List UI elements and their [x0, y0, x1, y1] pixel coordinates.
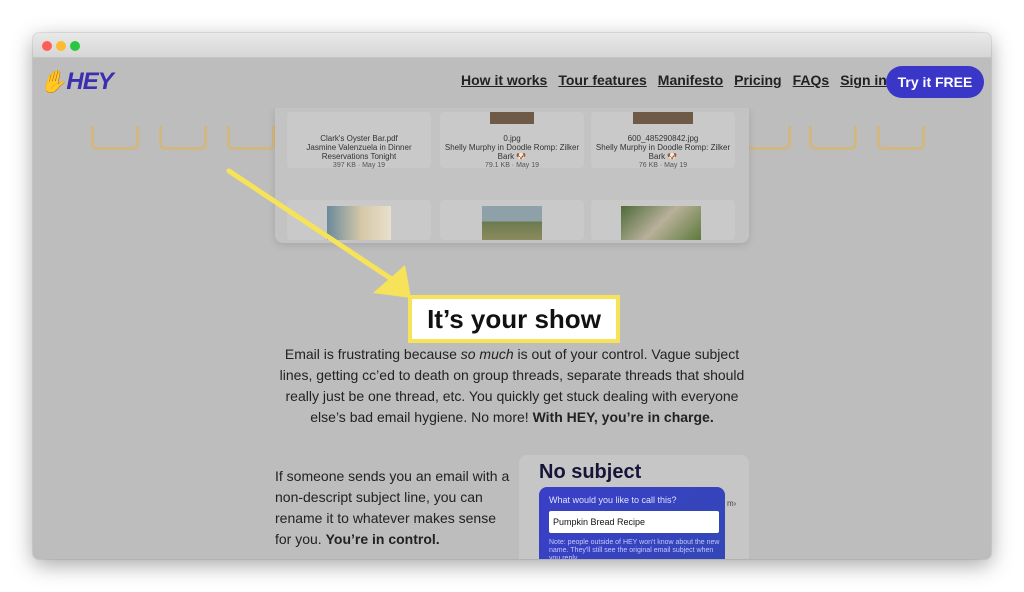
no-subject-card: No subject m› What would you like to cal… — [519, 455, 749, 559]
rename-modal: What would you like to call this? Pumpki… — [539, 487, 725, 559]
zoom-window-button[interactable] — [70, 41, 80, 51]
no-subject-title: No subject — [539, 461, 642, 483]
feature-description: If someone sends you an email with a non… — [275, 466, 515, 550]
intro-text: Email is frustrating because — [284, 346, 461, 362]
no-subject-peek: m› — [727, 499, 737, 508]
page-content: Clark's Oyster Bar.pdf Jasmine Valenzuel… — [33, 58, 991, 559]
intro-strong: With HEY, you’re in charge. — [532, 409, 714, 425]
minimize-window-button[interactable] — [56, 41, 66, 51]
feature-strong: You’re in control. — [325, 531, 440, 547]
close-window-button[interactable] — [42, 41, 52, 51]
intro-emphasis: so much — [460, 346, 514, 362]
rename-prompt: What would you like to call this? — [549, 495, 677, 505]
browser-window: Clark's Oyster Bar.pdf Jasmine Valenzuel… — [33, 33, 991, 559]
window-titlebar — [33, 33, 991, 58]
section-heading: It’s your show — [408, 295, 620, 343]
intro-paragraph: Email is frustrating because so much is … — [271, 344, 753, 428]
rename-input[interactable]: Pumpkin Bread Recipe — [549, 511, 719, 533]
rename-note: Note: people outside of HEY won't know a… — [549, 539, 720, 559]
